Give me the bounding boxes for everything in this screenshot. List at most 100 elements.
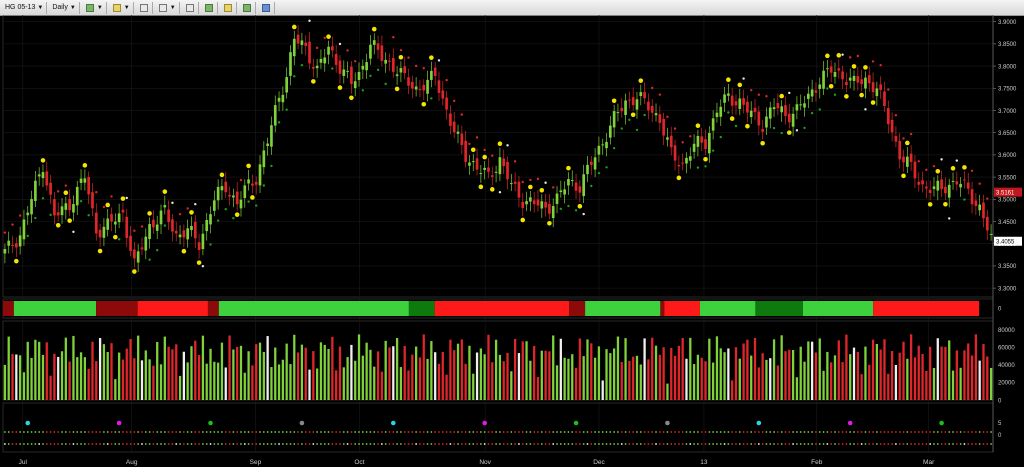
properties-button[interactable] bbox=[182, 1, 199, 14]
magnifier-icon bbox=[158, 3, 167, 12]
candle-body bbox=[41, 172, 45, 179]
candle-body bbox=[890, 119, 894, 133]
strategies-icon bbox=[223, 3, 232, 12]
chart-canvas[interactable]: Jul Aug Sep Oct Nov Dec 13 Feb Mar 3.9000 3.8500 3.… bbox=[0, 15, 1024, 467]
candle-body bbox=[605, 141, 608, 149]
trend-band-segment bbox=[873, 301, 980, 316]
volume-bar bbox=[959, 367, 962, 400]
candle-body bbox=[144, 236, 148, 251]
sar-dot bbox=[11, 223, 14, 226]
strategies-button[interactable] bbox=[220, 1, 237, 14]
dots-row-marker bbox=[537, 443, 539, 445]
dots-row-marker bbox=[163, 443, 166, 445]
candle-body bbox=[140, 247, 144, 250]
dots-row-marker bbox=[502, 431, 505, 433]
sar-dot bbox=[475, 136, 479, 139]
templates-button[interactable] bbox=[239, 1, 256, 14]
dots-row-marker bbox=[384, 443, 387, 445]
candle-body bbox=[327, 46, 330, 55]
swing-high-dot bbox=[246, 163, 251, 169]
crosshair-button[interactable] bbox=[136, 1, 153, 14]
swing-low-dot bbox=[478, 184, 484, 190]
dots-row-marker bbox=[624, 443, 627, 445]
sar-dot bbox=[315, 46, 319, 50]
candle-body bbox=[628, 99, 631, 101]
volume-bar bbox=[49, 375, 52, 400]
sar-dot bbox=[864, 108, 867, 111]
sar-dot bbox=[582, 212, 585, 216]
price-marker-label: 3.4055 bbox=[996, 240, 1015, 246]
dots-row-marker bbox=[464, 431, 467, 433]
volume-bar bbox=[384, 340, 387, 400]
volume-bar bbox=[456, 343, 460, 400]
dots-row-marker bbox=[575, 443, 577, 445]
volume-bar bbox=[57, 356, 60, 400]
candle-body bbox=[799, 104, 803, 106]
dots-row-marker bbox=[917, 443, 920, 445]
indicators-button[interactable] bbox=[201, 1, 218, 14]
volume-bar bbox=[601, 380, 604, 400]
bar-type-button[interactable]: ▼ bbox=[82, 1, 107, 14]
dots-row-marker bbox=[373, 443, 376, 445]
candle-body bbox=[826, 68, 829, 70]
dots-row-marker bbox=[472, 431, 475, 433]
volume-bar bbox=[654, 345, 658, 400]
dots-row-marker bbox=[906, 443, 909, 445]
instrument-selector[interactable]: HG 05-13 ▼ bbox=[2, 1, 48, 14]
volume-bar bbox=[308, 369, 311, 400]
trend-band-segment bbox=[434, 301, 570, 316]
volume-bar bbox=[879, 349, 882, 400]
drawing-tools-button[interactable]: ▼ bbox=[109, 1, 134, 14]
interval-selector[interactable]: Daily ▼ bbox=[49, 1, 80, 14]
dots-row-marker bbox=[750, 443, 753, 445]
dots-row-marker bbox=[217, 431, 220, 433]
dots-row-marker bbox=[251, 431, 254, 433]
data-box-button[interactable] bbox=[258, 1, 275, 14]
dots-row-marker bbox=[103, 431, 105, 433]
candle-body bbox=[506, 162, 509, 180]
dots-row-marker bbox=[144, 443, 147, 445]
candle-body bbox=[925, 186, 928, 189]
sar-dot bbox=[201, 264, 205, 268]
candle-body bbox=[639, 92, 643, 97]
volume-axis-label: 0 bbox=[998, 398, 1002, 404]
dots-row-marker bbox=[594, 431, 596, 433]
sar-dot bbox=[567, 204, 570, 208]
swing-high-dot bbox=[539, 187, 545, 193]
candle-body bbox=[37, 174, 41, 177]
sar-dot bbox=[125, 196, 128, 200]
volume-bar bbox=[45, 342, 48, 400]
sar-dot bbox=[262, 184, 266, 187]
candle-body bbox=[369, 44, 372, 59]
dots-row-marker bbox=[190, 443, 193, 445]
dots-row-marker bbox=[830, 431, 833, 433]
candle-body bbox=[643, 92, 646, 99]
volume-bar bbox=[810, 341, 814, 400]
volume-bar bbox=[441, 351, 444, 400]
dots-row-marker bbox=[308, 443, 311, 445]
dots-row-marker bbox=[422, 431, 425, 433]
sar-dot bbox=[765, 95, 768, 98]
dots-row-marker bbox=[845, 431, 848, 433]
dots-row-marker bbox=[114, 431, 117, 433]
candle-body bbox=[666, 137, 669, 140]
dots-row-marker bbox=[99, 443, 101, 445]
dots-row-marker bbox=[403, 443, 406, 445]
dots-row-marker bbox=[529, 443, 532, 445]
dots-row-marker bbox=[582, 431, 585, 433]
trend-band-panel bbox=[3, 301, 980, 316]
sar-dot bbox=[871, 60, 875, 63]
volume-bar bbox=[182, 351, 186, 400]
sar-dot bbox=[833, 93, 837, 96]
dots-row-marker bbox=[76, 443, 79, 445]
candle-body bbox=[220, 186, 224, 191]
dots-row-marker bbox=[784, 431, 787, 433]
volume-bar bbox=[64, 337, 67, 400]
dots-row-marker bbox=[952, 431, 954, 433]
volume-bar bbox=[483, 354, 486, 400]
zoom-button[interactable]: ▼ bbox=[155, 1, 180, 14]
dots-row-marker bbox=[693, 431, 695, 433]
volume-bar bbox=[289, 364, 292, 400]
sar-dot bbox=[491, 154, 494, 157]
dots-row-marker bbox=[533, 443, 536, 445]
